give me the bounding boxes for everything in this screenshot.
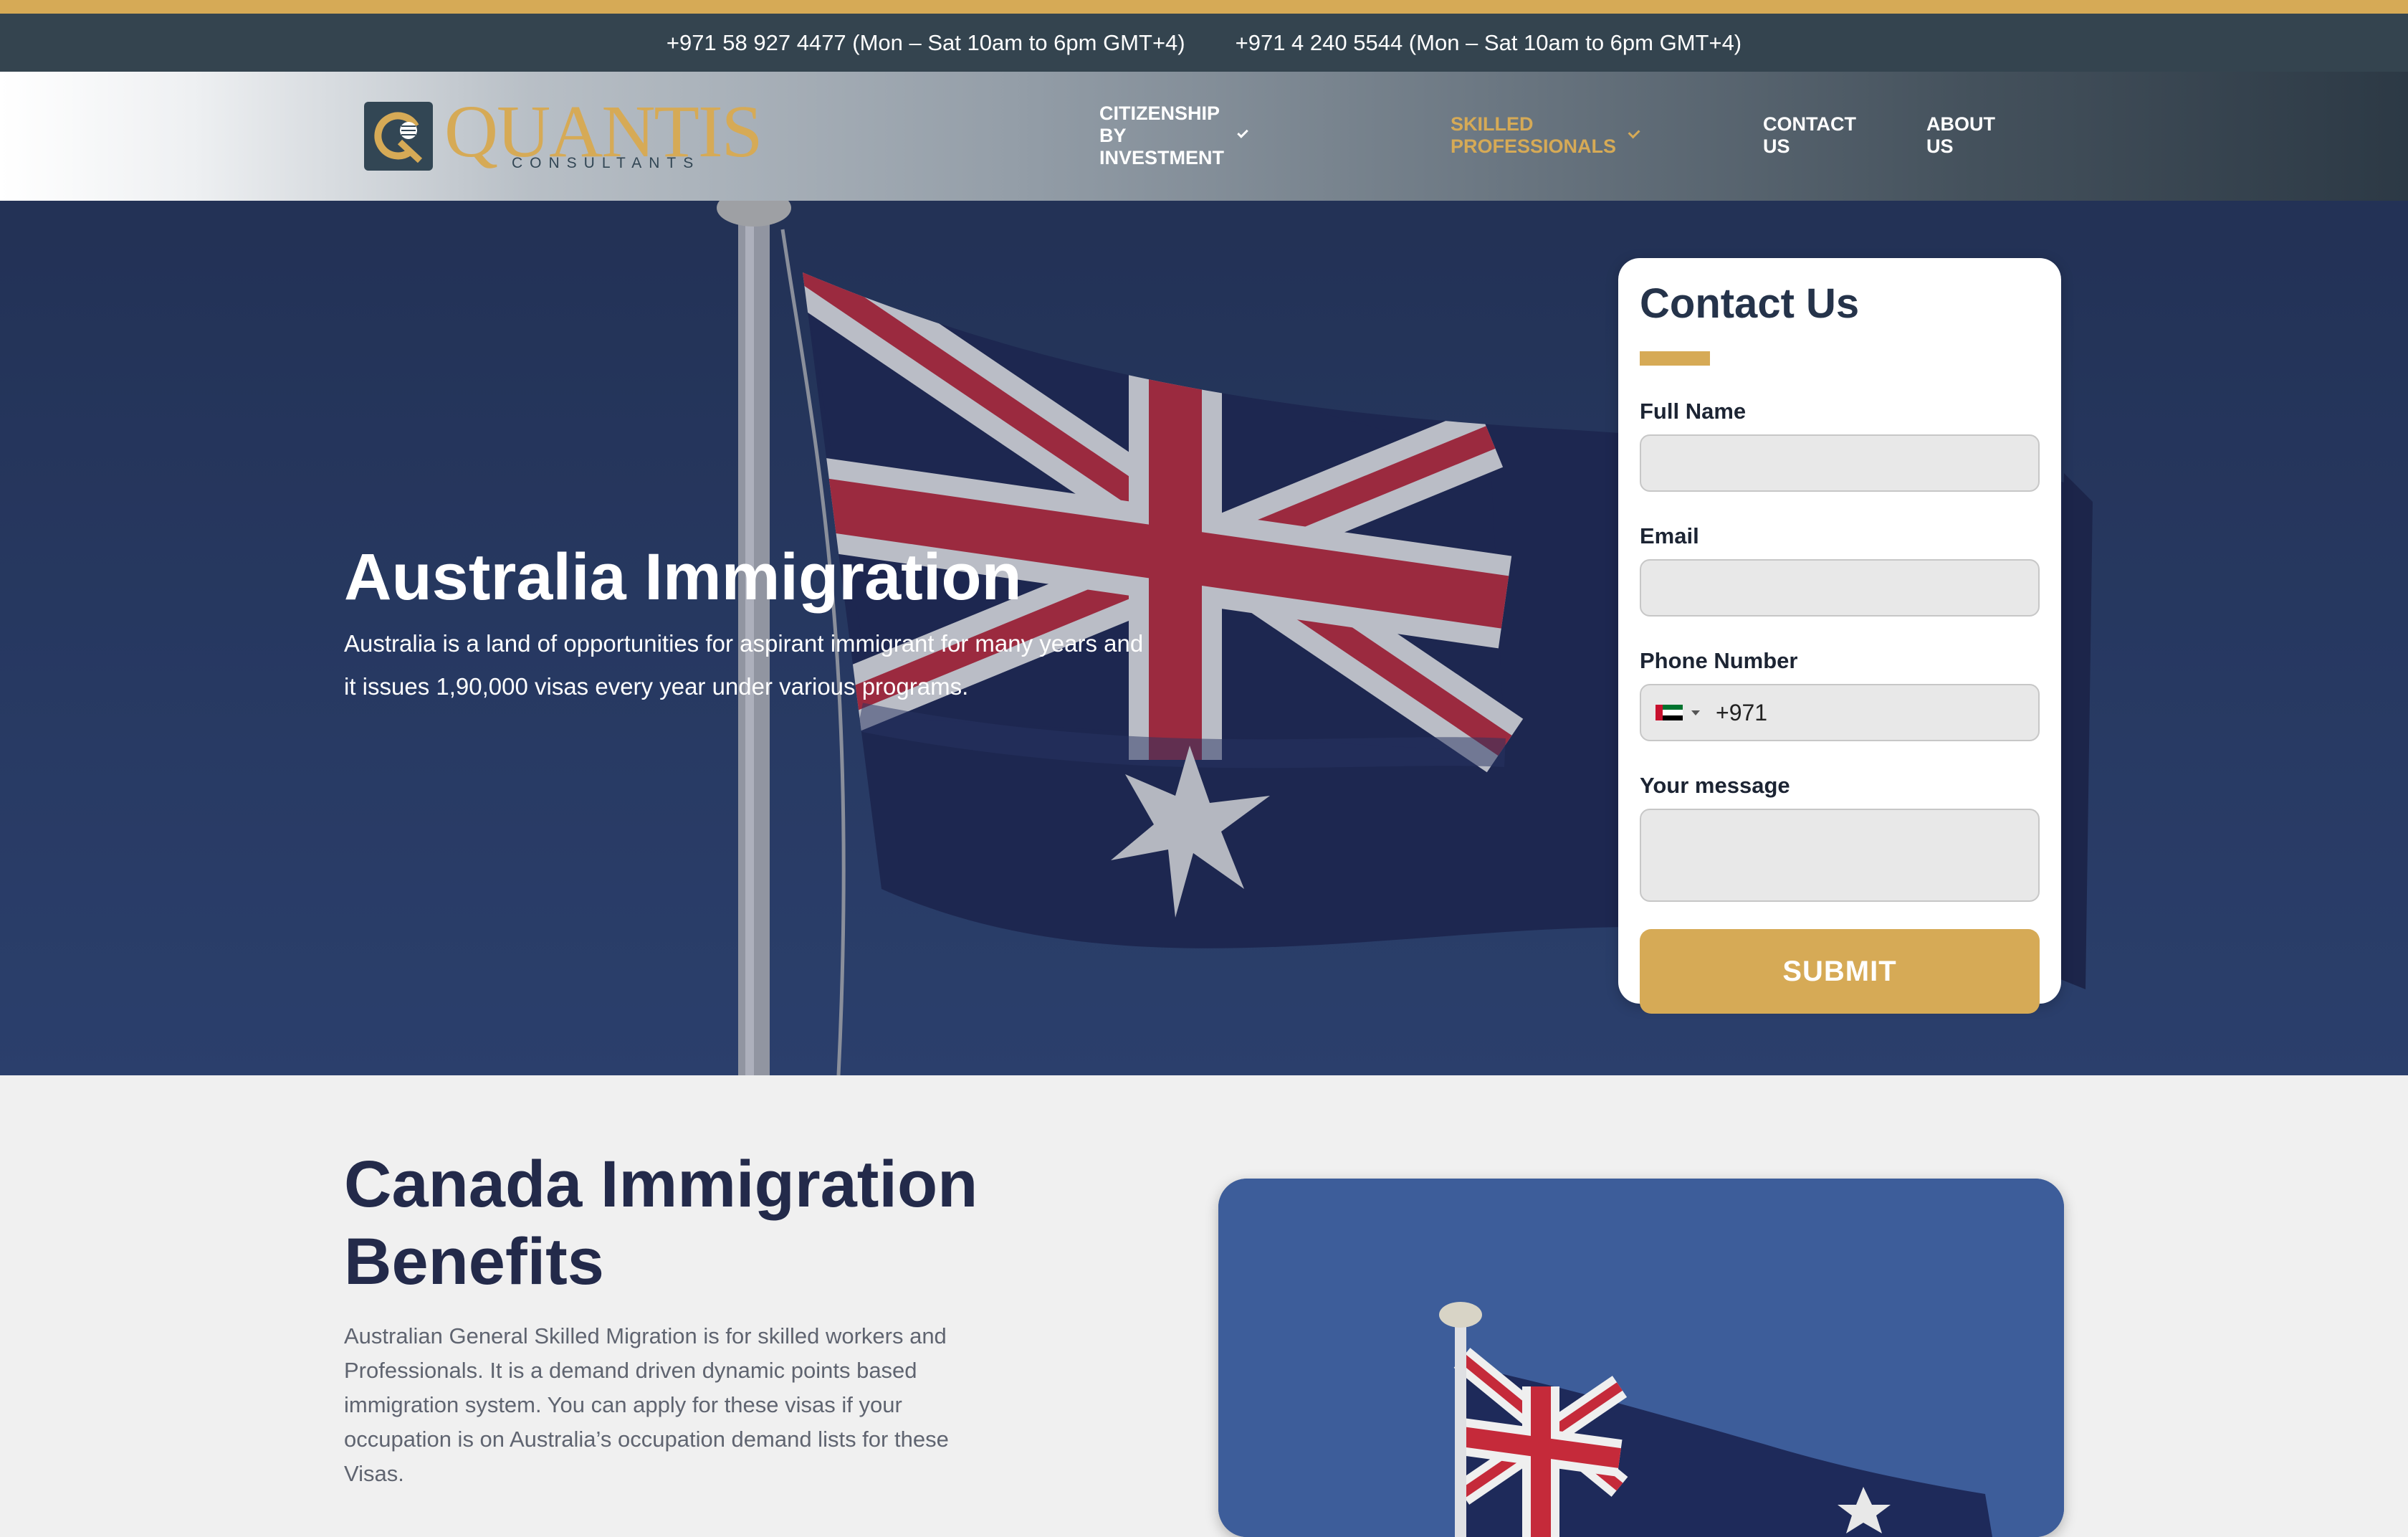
contact-form-title: Contact Us	[1640, 280, 1860, 327]
uae-flag-icon[interactable]	[1656, 705, 1683, 720]
message-label: Your message	[1640, 773, 1790, 798]
benefits-title-line-1: Canada Immigration	[344, 1148, 978, 1221]
top-accent-strip	[0, 0, 2408, 14]
nav-label: SKILLED PROFESSIONALS	[1451, 113, 1617, 157]
nav-contact-us[interactable]: CONTACT US	[1763, 113, 1856, 158]
full-name-label: Full Name	[1640, 399, 1747, 424]
topbar-phone-1[interactable]: +971 58 927 4477 (Mon – Sat 10am to 6pm …	[666, 30, 1185, 56]
flag-photo-image	[1218, 1179, 2064, 1537]
nav-citizenship-by-investment[interactable]: CITIZENSHIP BY INVESTMENT	[1099, 102, 1248, 169]
benefits-body: Australian General Skilled Migration is …	[344, 1323, 949, 1486]
full-name-input[interactable]	[1640, 434, 2040, 492]
quantis-logo[interactable]: QUANTIS CONSULTANTS	[364, 95, 763, 173]
submit-button[interactable]: SUBMIT	[1640, 929, 2040, 1014]
logo-q-icon	[364, 102, 433, 171]
topbar-phone-2[interactable]: +971 4 240 5544 (Mon – Sat 10am to 6pm G…	[1236, 30, 1742, 56]
logo-tagline: CONSULTANTS	[512, 155, 701, 171]
email-label: Email	[1640, 523, 1699, 548]
contact-topbar: +971 58 927 4477 (Mon – Sat 10am to 6pm …	[0, 14, 2408, 72]
title-accent-bar	[1640, 351, 1710, 366]
hero-subtitle: Australia is a land of opportunities for…	[344, 622, 1204, 708]
phone-input[interactable]: +971	[1640, 684, 2040, 741]
phone-label: Phone Number	[1640, 648, 1798, 673]
hero-title: Australia Immigration	[344, 541, 1022, 614]
country-caret-icon[interactable]	[1691, 710, 1700, 715]
nav-skilled-professionals[interactable]: SKILLED PROFESSIONALS	[1451, 113, 1640, 158]
benefits-title: Canada Immigration Benefits	[344, 1146, 1061, 1300]
message-textarea[interactable]	[1640, 809, 2040, 902]
hero-subtitle-line-1: Australia is a land of opportunities for…	[344, 630, 1144, 657]
nav-label: CONTACT US	[1763, 113, 1856, 157]
hero-text-block: Australia Immigration Australia is a lan…	[344, 538, 1204, 708]
nav-label: ABOUT US	[1926, 113, 1995, 157]
nav-about-us[interactable]: ABOUT US	[1926, 113, 1995, 158]
email-input[interactable]	[1640, 559, 2040, 617]
hero-subtitle-line-2: it issues 1,90,000 visas every year unde…	[344, 673, 969, 700]
benefits-title-line-2: Benefits	[344, 1225, 604, 1298]
phone-value: +971	[1716, 699, 1768, 725]
contact-form-card: Contact Us Full Name Email Phone Number …	[1618, 258, 2061, 1014]
nav-label: CITIZENSHIP BY INVESTMENT	[1099, 102, 1225, 168]
benefits-image-card	[1218, 1179, 2064, 1537]
